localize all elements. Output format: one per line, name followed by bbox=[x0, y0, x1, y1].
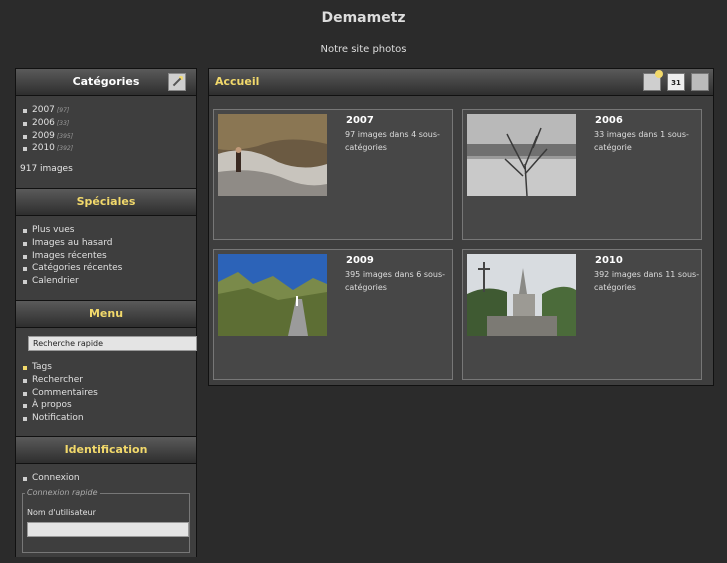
category-title[interactable]: 2010 bbox=[595, 255, 623, 266]
category-label[interactable]: 2010 bbox=[32, 143, 55, 153]
category-label[interactable]: 2009 bbox=[32, 131, 55, 141]
identification-heading: Identification bbox=[16, 437, 196, 464]
category-card-2010[interactable]: 2010 392 images dans 11 sous-catégories bbox=[462, 249, 702, 380]
categories-body: 2007 [97] 2006 [33] 2009 [395] 2010 [392] 91… bbox=[16, 96, 196, 184]
total-images: 917 images bbox=[20, 164, 73, 175]
category-link-2006[interactable]: 2006 [33] bbox=[22, 117, 190, 130]
menu-body: Tags Rechercher Commentaires À propos No… bbox=[16, 361, 196, 425]
category-card-2006[interactable]: 2006 33 images dans 1 sous-catégorie bbox=[462, 109, 702, 240]
category-count: [33] bbox=[56, 119, 70, 127]
login-link[interactable]: Connexion bbox=[22, 472, 190, 485]
calendar-icon[interactable]: 31 bbox=[667, 73, 685, 91]
menu-search[interactable]: Rechercher bbox=[22, 374, 190, 387]
identification-list: Connexion bbox=[22, 472, 190, 485]
category-card-2009[interactable]: 2009 395 images dans 6 sous-catégories bbox=[213, 249, 453, 380]
special-random[interactable]: Images au hasard bbox=[22, 237, 190, 250]
calendar-view-icon[interactable] bbox=[691, 73, 709, 91]
category-count: [97] bbox=[56, 107, 70, 114]
category-label[interactable]: 2007 bbox=[32, 105, 55, 115]
content-panel: Accueil 31 2007 97 images dans 4 sous-ca… bbox=[208, 68, 714, 386]
category-count: [392] bbox=[56, 145, 74, 153]
site-subtitle: Notre site photos bbox=[320, 44, 407, 55]
recent-thumbnails-icon[interactable] bbox=[643, 70, 663, 91]
username-field[interactable] bbox=[27, 521, 189, 537]
category-description: 395 images dans 6 sous-catégories bbox=[345, 270, 446, 292]
site-title: Demametz bbox=[321, 10, 406, 26]
identification-body: Connexion Connexion rapide Nom d'utilisa… bbox=[16, 464, 196, 563]
menu-block: Menu Tags Rechercher Commentaires À prop… bbox=[15, 300, 197, 436]
special-calendar[interactable]: Calendrier bbox=[22, 275, 190, 288]
menu-comments[interactable]: Commentaires bbox=[22, 387, 190, 400]
content-header: Accueil 31 bbox=[209, 69, 713, 96]
identification-block: Identification Connexion Connexion rapid… bbox=[15, 436, 197, 557]
categories-block: Catégories 2007 [97] 2006 [33] 2009 [395] 2… bbox=[15, 68, 197, 188]
breadcrumb[interactable]: Accueil bbox=[215, 69, 259, 95]
magic-wand-icon[interactable] bbox=[168, 73, 186, 91]
menu-list: Tags Rechercher Commentaires À propos No… bbox=[22, 361, 190, 425]
specials-list: Plus vues Images au hasard Images récent… bbox=[22, 224, 190, 288]
category-title[interactable]: 2009 bbox=[346, 255, 374, 266]
category-description: 33 images dans 1 sous-catégorie bbox=[594, 130, 689, 152]
category-count: [395] bbox=[56, 132, 74, 140]
category-title[interactable]: 2006 bbox=[595, 115, 623, 126]
category-title[interactable]: 2007 bbox=[346, 115, 374, 126]
special-most-visited[interactable]: Plus vues bbox=[22, 224, 190, 237]
menu-notification[interactable]: Notification bbox=[22, 412, 190, 425]
category-thumbnail-2007[interactable] bbox=[218, 114, 327, 196]
category-description: 97 images dans 4 sous-catégories bbox=[345, 130, 440, 152]
category-link-2010[interactable]: 2010 [392] bbox=[22, 142, 190, 155]
category-description: 392 images dans 11 sous-catégories bbox=[594, 270, 700, 292]
special-recent-cats[interactable]: Catégories récentes bbox=[22, 262, 190, 275]
specials-heading: Spéciales bbox=[16, 189, 196, 216]
category-thumbnail-2009[interactable] bbox=[218, 254, 327, 336]
category-thumbnail-2006[interactable] bbox=[467, 114, 576, 196]
category-label[interactable]: 2006 bbox=[32, 118, 55, 128]
category-thumbnail-2010[interactable] bbox=[467, 254, 576, 336]
specials-body: Plus vues Images au hasard Images récent… bbox=[16, 216, 196, 298]
left-menubar: Catégories 2007 [97] 2006 [33] 2009 [395] 2… bbox=[15, 68, 197, 557]
specials-block: Spéciales Plus vues Images au hasard Ima… bbox=[15, 188, 197, 300]
quick-connect-legend: Connexion rapide bbox=[25, 487, 100, 497]
special-recent-pics[interactable]: Images récentes bbox=[22, 250, 190, 263]
quick-connect-fieldset: Connexion rapide Nom d'utilisateur bbox=[22, 487, 190, 553]
categories-heading: Catégories bbox=[16, 69, 196, 96]
categories-title: Catégories bbox=[72, 75, 140, 88]
category-card-2007[interactable]: 2007 97 images dans 4 sous-catégories bbox=[213, 109, 453, 240]
username-label: Nom d'utilisateur bbox=[27, 507, 96, 517]
categories-list: 2007 [97] 2006 [33] 2009 [395] 2010 [392] bbox=[22, 104, 190, 155]
menu-tags[interactable]: Tags bbox=[22, 361, 190, 374]
quick-search-input[interactable] bbox=[28, 336, 197, 351]
menu-heading: Menu bbox=[16, 301, 196, 328]
category-link-2009[interactable]: 2009 [395] bbox=[22, 130, 190, 143]
category-link-2007[interactable]: 2007 [97] bbox=[22, 104, 190, 117]
menu-about[interactable]: À propos bbox=[22, 399, 190, 412]
